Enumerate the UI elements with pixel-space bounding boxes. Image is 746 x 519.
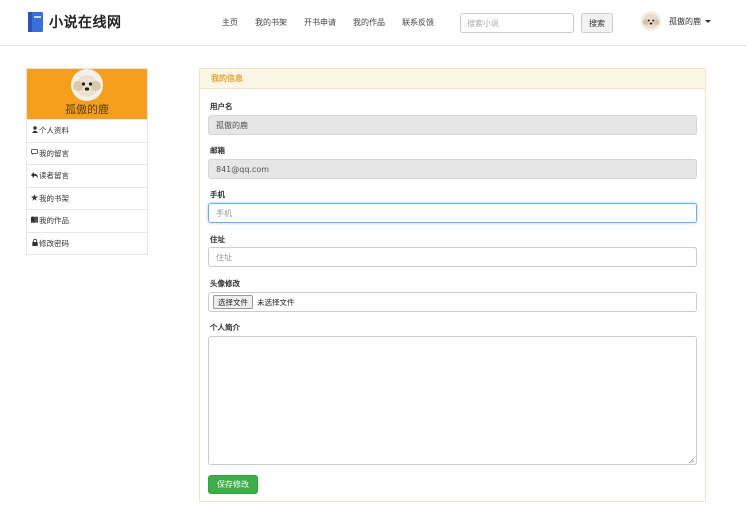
sidebar-item-bookshelf[interactable]: 我的书架	[27, 186, 147, 210]
nav-home[interactable]: 主页	[222, 17, 238, 28]
star-icon	[31, 193, 38, 203]
resize-grip-icon[interactable]	[688, 456, 695, 464]
nav-apply-book[interactable]: 开书申请	[304, 17, 336, 28]
avatar-upload-label: 头像修改	[210, 279, 240, 288]
address-field[interactable]: 住址	[208, 247, 697, 267]
user-icon	[31, 126, 38, 135]
nav-bookshelf[interactable]: 我的书架	[255, 17, 287, 28]
profile-sidebar: 孤傲的鹿 个人资料 我的留言 读者留言 我的书架 我的作品 修改密码	[26, 68, 148, 255]
site-logo[interactable]: 小说在线网	[27, 11, 122, 33]
phone-label: 手机	[210, 190, 225, 199]
sidebar-item-label: 我的留言	[39, 148, 69, 158]
avatar-file-input: 选择文件 未选择文件	[208, 292, 697, 312]
sidebar-item-label: 修改密码	[39, 238, 69, 248]
sidebar-item-change-password[interactable]: 修改密码	[27, 231, 147, 255]
search-button[interactable]: 搜索	[581, 13, 613, 33]
avatar	[71, 69, 103, 101]
file-status: 未选择文件	[257, 297, 295, 307]
book-icon	[31, 216, 38, 225]
email-field: 841@qq.com	[208, 159, 697, 179]
sidebar-item-label: 读者留言	[39, 171, 69, 181]
top-navbar: 小说在线网 主页 我的书架 开书申请 我的作品 联系反馈 搜索 孤傲的鹿	[0, 0, 746, 46]
avatar	[641, 11, 661, 31]
user-menu[interactable]: 孤傲的鹿	[641, 11, 711, 31]
username-field: 孤傲的鹿	[208, 115, 697, 135]
lock-icon	[31, 238, 38, 248]
site-title: 小说在线网	[49, 15, 122, 31]
comment-icon	[31, 149, 38, 157]
sidebar-item-reader-comments[interactable]: 读者留言	[27, 164, 147, 187]
email-value: 841@qq.com	[216, 164, 270, 174]
nav-my-works[interactable]: 我的作品	[353, 17, 385, 28]
sidebar-item-label: 我的书架	[39, 193, 69, 203]
sidebar-item-label: 我的作品	[39, 216, 69, 226]
address-placeholder: 住址	[216, 252, 232, 262]
chevron-down-icon	[705, 19, 711, 23]
email-label: 邮箱	[210, 146, 225, 155]
username-value: 孤傲的鹿	[216, 120, 248, 130]
sidebar-item-my-comments[interactable]: 我的留言	[27, 141, 147, 165]
book-logo-icon	[27, 11, 44, 33]
phone-placeholder: 手机	[216, 208, 232, 218]
save-button[interactable]: 保存修改	[208, 475, 258, 494]
username-label: 用户名	[210, 102, 233, 111]
sidebar-item-my-works[interactable]: 我的作品	[27, 209, 147, 232]
search-input[interactable]	[460, 13, 574, 33]
bio-textarea[interactable]	[208, 336, 697, 465]
nav-feedback[interactable]: 联系反馈	[402, 17, 434, 28]
bio-label: 个人简介	[210, 323, 240, 332]
choose-file-button[interactable]: 选择文件	[213, 295, 253, 309]
user-name: 孤傲的鹿	[669, 16, 701, 26]
phone-field[interactable]: 手机	[208, 203, 697, 223]
reply-icon	[31, 171, 38, 180]
sidebar-item-label: 个人资料	[39, 126, 69, 136]
sidebar-profile-header: 孤傲的鹿	[27, 69, 147, 119]
address-label: 住址	[210, 235, 225, 244]
my-info-panel: 我的信息 用户名 孤傲的鹿 邮箱 841@qq.com 手机 手机 住址 住址 …	[199, 68, 706, 502]
sidebar-item-profile[interactable]: 个人资料	[27, 119, 147, 142]
main-nav: 主页 我的书架 开书申请 我的作品 联系反馈	[222, 17, 451, 28]
sidebar-user-name: 孤傲的鹿	[65, 103, 109, 116]
panel-title: 我的信息	[200, 69, 705, 89]
